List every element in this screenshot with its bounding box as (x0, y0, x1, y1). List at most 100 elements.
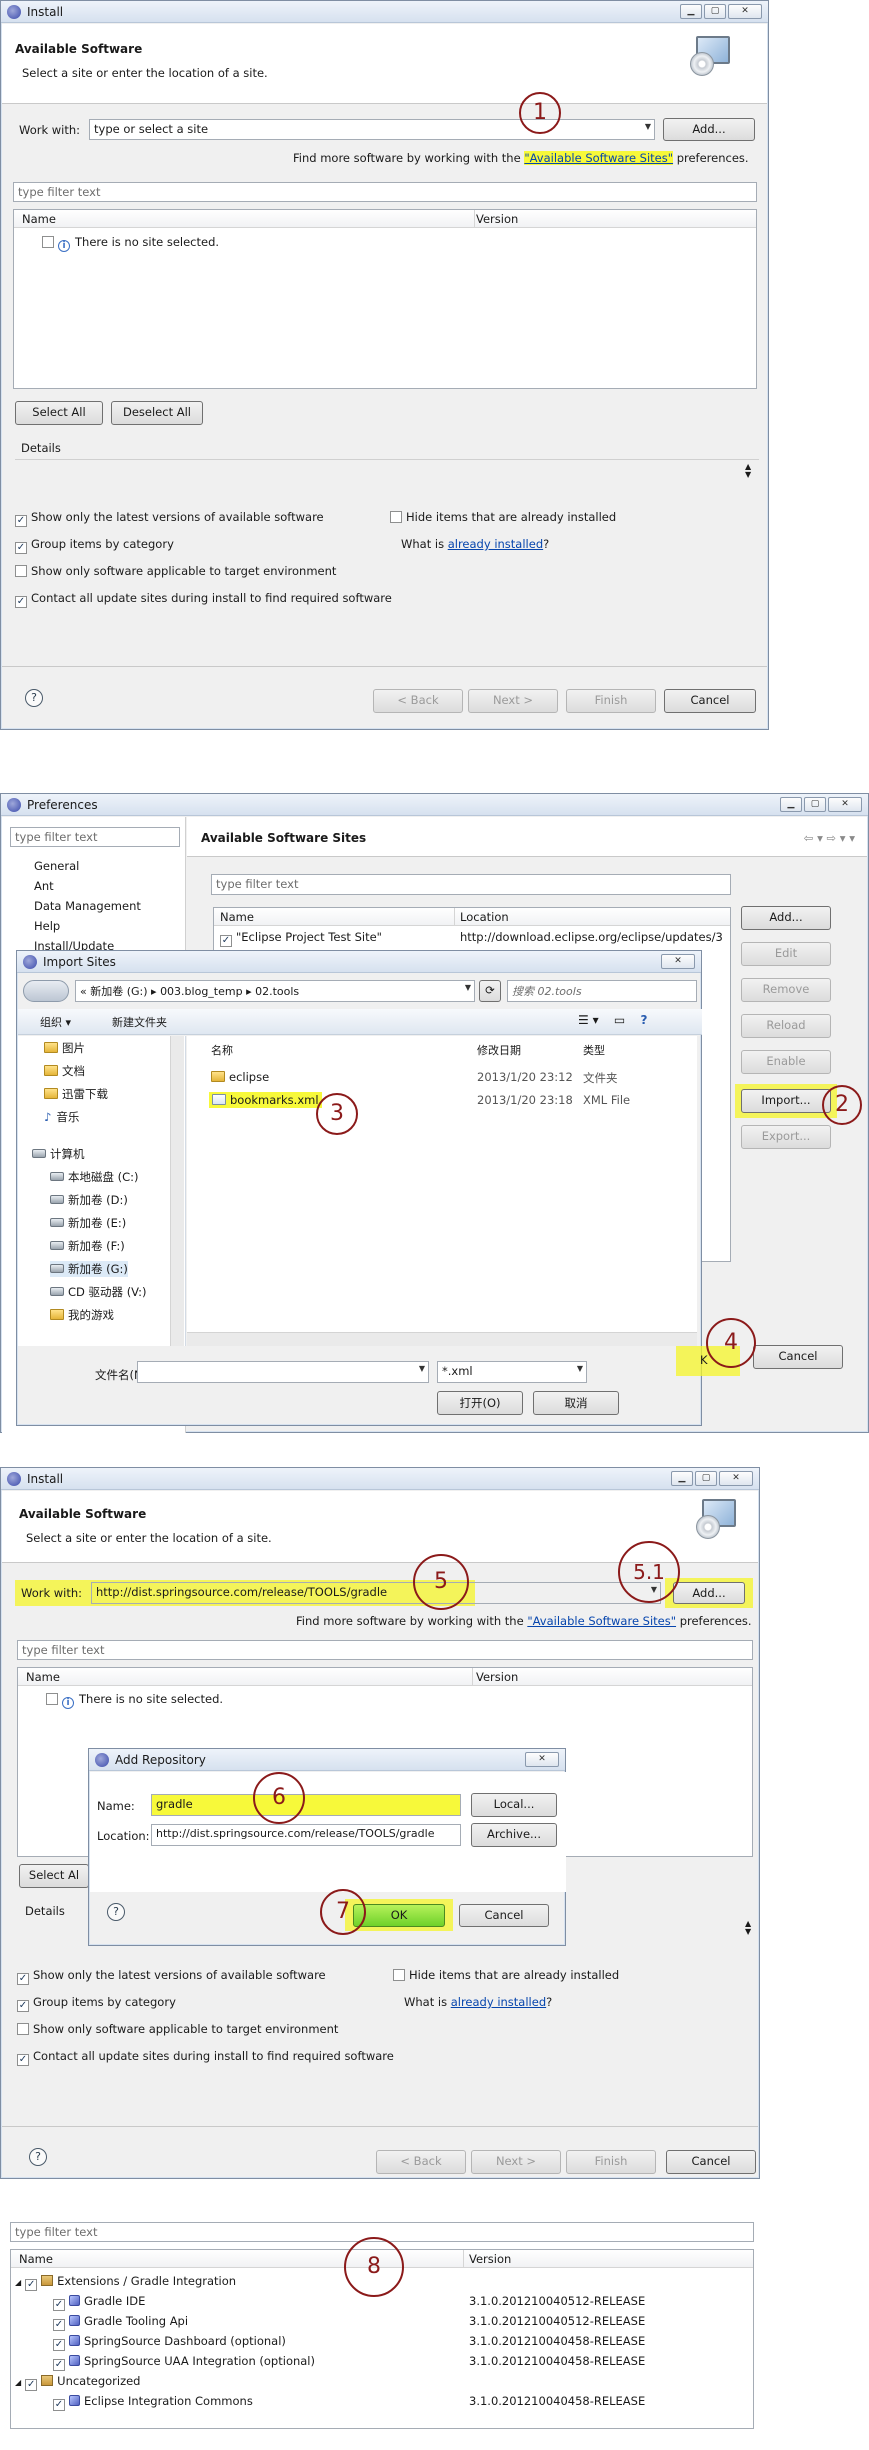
filetype-select[interactable]: *.xml ▼ (437, 1361, 587, 1383)
file-row-eclipse[interactable]: eclipse (211, 1070, 269, 1084)
next-button[interactable]: Next > (471, 2150, 561, 2174)
col-version[interactable]: Version (476, 212, 518, 226)
tree-item-pictures[interactable]: 图片 (44, 1040, 85, 1056)
help-icon[interactable]: ? (107, 1903, 125, 1921)
cancel-button[interactable]: 取消 (533, 1391, 619, 1415)
edit-button[interactable]: Edit (741, 942, 831, 966)
add-site-button[interactable]: Add... (663, 118, 755, 141)
filter-input[interactable]: type filter text (17, 1640, 753, 1660)
select-all-button[interactable]: Select All (15, 401, 103, 425)
add-site-button[interactable]: Add... (673, 1582, 745, 1604)
nav-item-ant[interactable]: Ant (34, 879, 54, 893)
col-name[interactable]: Name (22, 212, 56, 226)
path-breadcrumb[interactable]: « 新加卷 (G:) ▸ 003.blog_temp ▸ 02.tools ▼ (75, 980, 475, 1002)
tree-category-uncategorized[interactable]: ◢Uncategorized (15, 2374, 141, 2391)
local-button[interactable]: Local... (471, 1793, 557, 1817)
chevron-down-icon[interactable]: ▼ (577, 1364, 583, 1373)
col-filename[interactable]: 名称 (211, 1042, 233, 1058)
tree-item-documents[interactable]: 文档 (44, 1063, 85, 1079)
back-button[interactable]: < Back (373, 689, 463, 713)
details-scroll-arrows[interactable]: ▲ ▼ (745, 1920, 751, 1936)
chevron-down-icon[interactable]: ▼ (645, 122, 651, 131)
cancel-button[interactable]: Cancel (664, 689, 756, 713)
opt-target-env[interactable]: Show only software applicable to target … (17, 2022, 338, 2036)
tree-item-games[interactable]: 我的游戏 (50, 1307, 114, 1323)
opt-contact-sites[interactable]: Contact all update sites during install … (15, 591, 392, 608)
back-forward-icon[interactable] (23, 980, 69, 1002)
minimize-icon[interactable]: ▁ (680, 4, 702, 19)
tree-item-drive-d[interactable]: 新加卷 (D:) (50, 1192, 128, 1208)
tree-item-gradle-tooling[interactable]: Gradle Tooling Api (53, 2314, 188, 2331)
refresh-icon[interactable]: ⟳ (479, 980, 501, 1002)
new-folder-button[interactable]: 新建文件夹 (112, 1014, 167, 1030)
open-button[interactable]: 打开(O) (437, 1391, 523, 1415)
tree-scrollbar[interactable] (170, 1036, 184, 1346)
close-icon[interactable]: ✕ (661, 954, 695, 969)
row-checkbox[interactable] (46, 1693, 58, 1705)
tree-item-drive-c[interactable]: 本地磁盘 (C:) (50, 1169, 139, 1185)
opt-latest-versions[interactable]: Show only the latest versions of availab… (17, 1968, 326, 1985)
tree-item-drive-g[interactable]: 新加卷 (G:) (50, 1261, 128, 1277)
reload-button[interactable]: Reload (741, 1014, 831, 1038)
tree-item-music[interactable]: ♪ 音乐 (44, 1109, 79, 1125)
col-location[interactable]: Location (460, 910, 509, 924)
available-software-sites-link[interactable]: "Available Software Sites" (527, 1614, 676, 1628)
back-button[interactable]: < Back (376, 2150, 466, 2174)
view-options-icon[interactable]: ☰ ▾ ▭ ? (578, 1013, 647, 1027)
file-row-bookmarks[interactable]: bookmarks.xml (209, 1092, 322, 1108)
row-checkbox[interactable] (42, 236, 54, 248)
next-button[interactable]: Next > (468, 689, 558, 713)
opt-latest-versions[interactable]: Show only the latest versions of availab… (15, 510, 324, 527)
available-software-sites-link[interactable]: "Available Software Sites" (524, 151, 674, 165)
work-with-combo[interactable]: type or select a site ▼ (89, 119, 655, 140)
maximize-icon[interactable]: ▢ (704, 4, 726, 19)
opt-hide-installed[interactable]: Hide items that are already installed (390, 510, 616, 524)
table-row[interactable]: "Eclipse Project Test Site" (220, 930, 382, 947)
close-icon[interactable]: ✕ (719, 1471, 753, 1486)
opt-hide-installed[interactable]: Hide items that are already installed (393, 1968, 619, 1982)
export-button[interactable]: Export... (741, 1125, 831, 1149)
prefs-filter-input[interactable]: type filter text (10, 827, 180, 847)
chevron-down-icon[interactable]: ▼ (419, 1364, 425, 1373)
tree-item-eclipse-commons[interactable]: Eclipse Integration Commons (53, 2394, 253, 2411)
tree-item-computer[interactable]: 计算机 (32, 1146, 85, 1162)
tree-item-drive-e[interactable]: 新加卷 (E:) (50, 1215, 126, 1231)
import-button[interactable]: Import... (741, 1089, 831, 1113)
select-all-button[interactable]: Select Al (19, 1864, 89, 1888)
details-scroll-arrows[interactable]: ▲ ▼ (745, 463, 751, 479)
sites-filter-input[interactable]: type filter text (211, 874, 731, 895)
nav-item-data-management[interactable]: Data Management (34, 899, 141, 913)
ok-button[interactable]: OK (353, 1904, 445, 1927)
opt-contact-sites[interactable]: Contact all update sites during install … (17, 2049, 394, 2066)
name-input[interactable]: gradle (151, 1794, 461, 1816)
prefs-cancel-button[interactable]: Cancel (753, 1345, 843, 1369)
add-button[interactable]: Add... (741, 906, 831, 930)
cancel-button[interactable]: Cancel (459, 1904, 549, 1927)
already-installed-link[interactable]: already installed (448, 537, 543, 551)
cancel-button[interactable]: Cancel (666, 2150, 756, 2174)
col-name[interactable]: Name (19, 2252, 53, 2266)
opt-target-env[interactable]: Show only software applicable to target … (15, 564, 336, 578)
minimize-icon[interactable]: ▁ (780, 797, 802, 812)
maximize-icon[interactable]: ▢ (695, 1471, 717, 1486)
col-name[interactable]: Name (26, 1670, 60, 1684)
opt-group-by-category[interactable]: Group items by category (17, 1995, 176, 2012)
ok-button-fragment[interactable]: K (700, 1353, 708, 1367)
organize-menu[interactable]: 组织 ▾ (40, 1014, 71, 1030)
close-icon[interactable]: ✕ (728, 4, 762, 19)
col-version[interactable]: Version (469, 2252, 511, 2266)
tree-category-gradle[interactable]: ◢Extensions / Gradle Integration (15, 2274, 236, 2291)
hscroll-bar[interactable] (187, 1332, 697, 1346)
tree-item-downloads[interactable]: 迅雷下载 (44, 1086, 108, 1102)
help-icon[interactable]: ? (25, 689, 43, 707)
remove-button[interactable]: Remove (741, 978, 831, 1002)
tree-item-drive-f[interactable]: 新加卷 (F:) (50, 1238, 125, 1254)
filter-input[interactable]: type filter text (13, 182, 757, 202)
finish-button[interactable]: Finish (566, 689, 656, 713)
location-input[interactable]: http://dist.springsource.com/release/TOO… (151, 1824, 461, 1846)
tree-item-gradle-ide[interactable]: Gradle IDE (53, 2294, 145, 2311)
maximize-icon[interactable]: ▢ (804, 797, 826, 812)
tree-item-dashboard[interactable]: SpringSource Dashboard (optional) (53, 2334, 286, 2351)
work-with-combo[interactable]: http://dist.springsource.com/release/TOO… (91, 1582, 661, 1604)
nav-item-help[interactable]: Help (34, 919, 60, 933)
